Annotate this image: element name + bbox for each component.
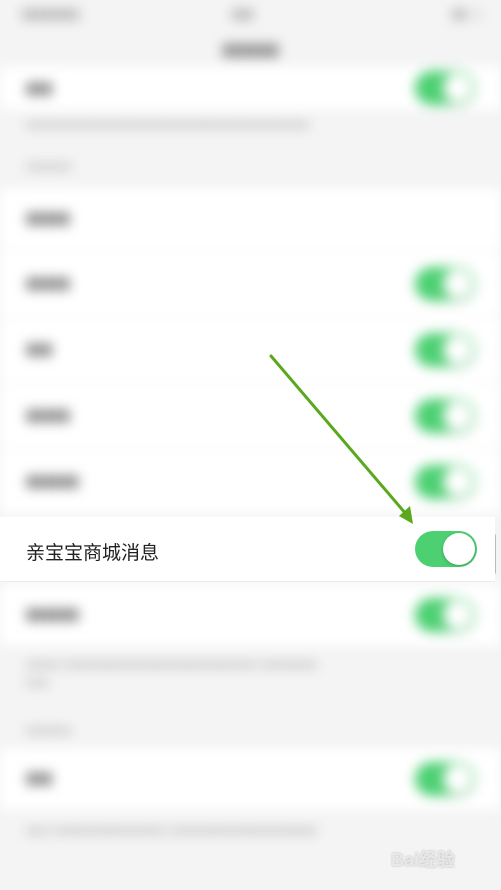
- settings-row-6[interactable]: ▮▮▮▮▮▮: [0, 450, 501, 514]
- row-label: ▮▮▮: [26, 339, 53, 358]
- section-header: ▬▬▬▬: [26, 723, 72, 737]
- section-note: ▬▬: [26, 675, 49, 689]
- settings-row-3[interactable]: ▮▮▮▮▮: [0, 252, 501, 316]
- status-battery: ▮▮ ▭: [452, 7, 483, 22]
- toggle-switch[interactable]: [415, 399, 475, 433]
- toggle-switch[interactable]: [415, 598, 475, 632]
- mall-messages-toggle[interactable]: [415, 531, 477, 567]
- toggle-switch[interactable]: [415, 267, 475, 301]
- row-label: ▮▮▮▮▮▮: [26, 471, 79, 490]
- toggle-switch[interactable]: [415, 333, 475, 367]
- toggle-switch[interactable]: [415, 762, 475, 796]
- section-note: ▬▬ ▬▬▬▬▬▬▬▬▬▬ ▬▬▬▬▬▬▬▬▬▬▬▬▬: [26, 823, 318, 837]
- row-label: ▮▮▮▮▮: [26, 273, 71, 292]
- toggle-switch[interactable]: [415, 71, 475, 105]
- section-header: ▬▬▬▬: [26, 159, 72, 173]
- status-left: ▮▮▮▮▮▮▮▮: [22, 7, 80, 22]
- row-label: ▮▮▮: [26, 78, 53, 97]
- settings-row-1[interactable]: ▮▮▮: [0, 66, 501, 110]
- section-note: ▬▬▬▬▬▬▬▬▬▬▬▬▬▬▬▬▬▬▬▬▬▬▬▬▬: [26, 117, 310, 131]
- section-note: ▬▬▬ ▬▬▬▬▬▬▬▬▬▬▬▬▬▬▬▬▬ ▬▬▬▬▬: [26, 657, 318, 671]
- toggle-switch[interactable]: [415, 465, 475, 499]
- mall-messages-label: 亲宝宝商城消息: [26, 542, 160, 564]
- settings-row-mall-messages[interactable]: 亲宝宝商城消息: [0, 517, 495, 582]
- settings-row-7[interactable]: ▮▮▮▮▮▮: [0, 584, 501, 646]
- settings-row-8[interactable]: ▮▮▮: [0, 748, 501, 810]
- status-bar: ▮▮▮▮▮▮▮▮ ▮▮▮ ▮▮ ▭: [0, 0, 501, 28]
- settings-row-2[interactable]: ▮▮▮▮▮: [0, 188, 501, 250]
- settings-row-4[interactable]: ▮▮▮: [0, 318, 501, 382]
- row-label: ▮▮▮: [26, 768, 53, 787]
- status-clock: ▮▮▮: [232, 7, 254, 22]
- settings-row-5[interactable]: ▮▮▮▮▮: [0, 384, 501, 448]
- baidu-watermark: Bai经验: [387, 840, 491, 874]
- row-label: ▮▮▮▮▮▮: [26, 604, 79, 623]
- toggle-knob: [443, 533, 475, 565]
- row-label: ▮▮▮▮▮: [26, 208, 71, 227]
- watermark-text: Bai经验: [391, 850, 456, 870]
- row-label: ▮▮▮▮▮: [26, 405, 71, 424]
- page-title: ▮▮▮▮▮▮: [222, 40, 279, 60]
